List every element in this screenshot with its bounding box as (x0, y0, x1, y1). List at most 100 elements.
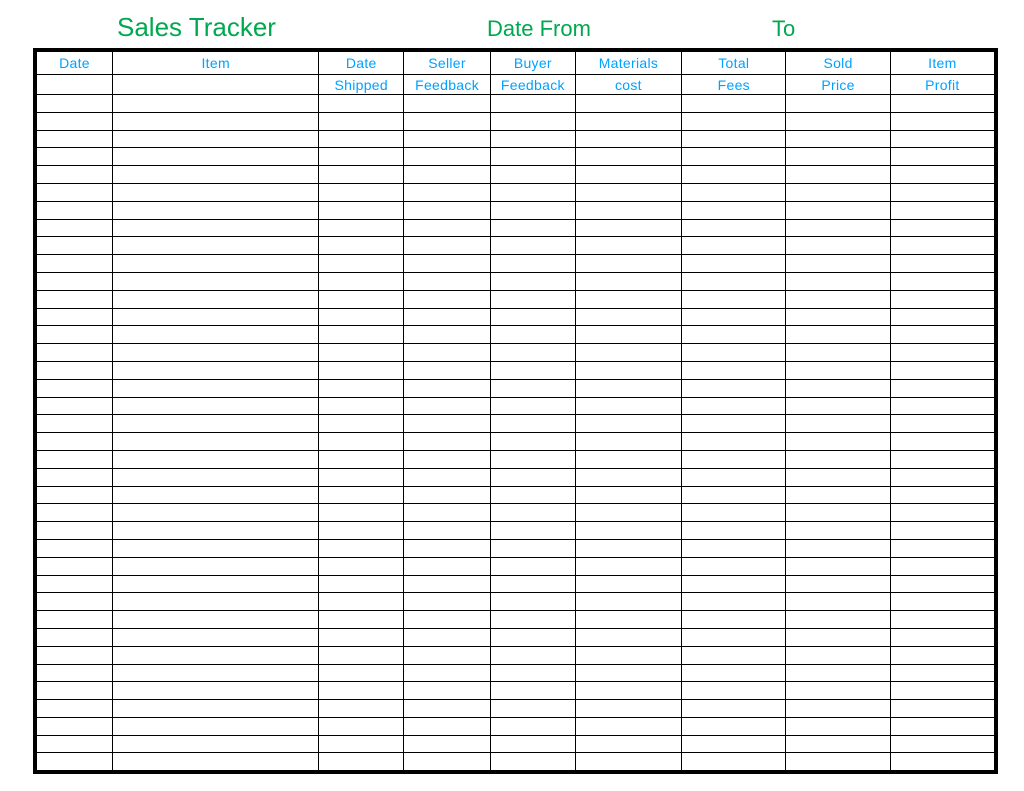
cell[interactable] (37, 290, 113, 308)
cell[interactable] (319, 308, 404, 326)
cell[interactable] (113, 290, 319, 308)
cell[interactable] (890, 753, 994, 771)
cell[interactable] (575, 450, 681, 468)
cell[interactable] (575, 468, 681, 486)
table-row[interactable] (37, 219, 995, 237)
table-row[interactable] (37, 433, 995, 451)
cell[interactable] (491, 468, 576, 486)
cell[interactable] (113, 753, 319, 771)
cell[interactable] (319, 575, 404, 593)
cell[interactable] (37, 183, 113, 201)
cell[interactable] (491, 361, 576, 379)
table-row[interactable] (37, 95, 995, 113)
cell[interactable] (786, 646, 890, 664)
table-row[interactable] (37, 682, 995, 700)
cell[interactable] (890, 664, 994, 682)
cell[interactable] (491, 112, 576, 130)
cell[interactable] (319, 735, 404, 753)
cell[interactable] (786, 717, 890, 735)
cell[interactable] (37, 361, 113, 379)
cell[interactable] (491, 272, 576, 290)
cell[interactable] (890, 611, 994, 629)
cell[interactable] (113, 397, 319, 415)
cell[interactable] (113, 468, 319, 486)
table-row[interactable] (37, 112, 995, 130)
table-row[interactable] (37, 308, 995, 326)
cell[interactable] (682, 255, 786, 273)
cell[interactable] (404, 183, 491, 201)
cell[interactable] (404, 326, 491, 344)
cell[interactable] (890, 486, 994, 504)
cell[interactable] (890, 735, 994, 753)
cell[interactable] (404, 433, 491, 451)
table-row[interactable] (37, 415, 995, 433)
cell[interactable] (786, 735, 890, 753)
cell[interactable] (37, 166, 113, 184)
cell[interactable] (890, 183, 994, 201)
cell[interactable] (113, 539, 319, 557)
cell[interactable] (575, 415, 681, 433)
cell[interactable] (491, 450, 576, 468)
table-row[interactable] (37, 255, 995, 273)
cell[interactable] (404, 628, 491, 646)
cell[interactable] (575, 112, 681, 130)
cell[interactable] (682, 290, 786, 308)
cell[interactable] (319, 219, 404, 237)
cell[interactable] (682, 183, 786, 201)
cell[interactable] (113, 308, 319, 326)
cell[interactable] (319, 646, 404, 664)
cell[interactable] (786, 183, 890, 201)
cell[interactable] (37, 753, 113, 771)
cell[interactable] (113, 166, 319, 184)
cell[interactable] (491, 308, 576, 326)
cell[interactable] (113, 682, 319, 700)
cell[interactable] (890, 166, 994, 184)
cell[interactable] (890, 344, 994, 362)
cell[interactable] (682, 433, 786, 451)
cell[interactable] (404, 717, 491, 735)
cell[interactable] (786, 308, 890, 326)
cell[interactable] (113, 522, 319, 540)
cell[interactable] (404, 415, 491, 433)
cell[interactable] (575, 575, 681, 593)
cell[interactable] (682, 219, 786, 237)
cell[interactable] (113, 504, 319, 522)
cell[interactable] (491, 183, 576, 201)
cell[interactable] (404, 539, 491, 557)
table-row[interactable] (37, 361, 995, 379)
cell[interactable] (37, 397, 113, 415)
cell[interactable] (113, 326, 319, 344)
cell[interactable] (491, 344, 576, 362)
cell[interactable] (890, 112, 994, 130)
cell[interactable] (786, 682, 890, 700)
cell[interactable] (890, 219, 994, 237)
cell[interactable] (682, 646, 786, 664)
cell[interactable] (890, 433, 994, 451)
cell[interactable] (786, 450, 890, 468)
cell[interactable] (786, 486, 890, 504)
cell[interactable] (37, 682, 113, 700)
cell[interactable] (319, 557, 404, 575)
cell[interactable] (491, 504, 576, 522)
cell[interactable] (491, 522, 576, 540)
cell[interactable] (575, 682, 681, 700)
cell[interactable] (575, 237, 681, 255)
cell[interactable] (37, 539, 113, 557)
cell[interactable] (491, 628, 576, 646)
cell[interactable] (404, 735, 491, 753)
cell[interactable] (404, 557, 491, 575)
cell[interactable] (575, 753, 681, 771)
cell[interactable] (404, 504, 491, 522)
cell[interactable] (575, 433, 681, 451)
cell[interactable] (786, 290, 890, 308)
table-row[interactable] (37, 183, 995, 201)
cell[interactable] (786, 397, 890, 415)
cell[interactable] (404, 379, 491, 397)
table-row[interactable] (37, 522, 995, 540)
table-row[interactable] (37, 753, 995, 771)
cell[interactable] (113, 272, 319, 290)
cell[interactable] (37, 700, 113, 718)
cell[interactable] (319, 326, 404, 344)
cell[interactable] (37, 344, 113, 362)
cell[interactable] (682, 166, 786, 184)
